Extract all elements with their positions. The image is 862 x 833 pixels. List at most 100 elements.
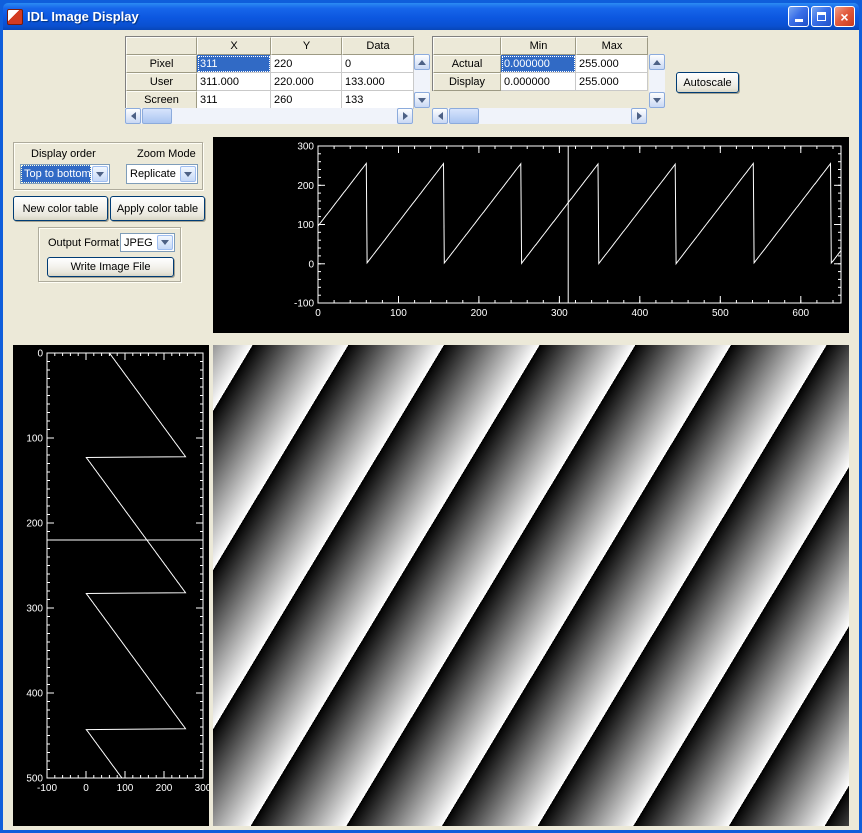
svg-text:100: 100: [390, 308, 407, 319]
svg-text:0: 0: [308, 259, 314, 270]
range-table-header-max: Max: [576, 37, 648, 55]
table-row: Display 0.000000 255.000: [433, 73, 648, 91]
idl-app-icon: [7, 9, 23, 25]
svg-text:0: 0: [83, 783, 89, 794]
pixel-row-label: Pixel: [126, 55, 197, 73]
output-format-label: Output Format: [48, 237, 119, 249]
range-table: Min Max Actual 0.000000 255.000 Display …: [432, 36, 648, 91]
svg-text:100: 100: [117, 783, 134, 794]
svg-text:600: 600: [792, 308, 809, 319]
actual-min-cell[interactable]: 0.000000: [501, 55, 576, 73]
svg-text:0: 0: [37, 349, 43, 360]
display-min-cell[interactable]: 0.000000: [501, 73, 576, 91]
zoom-mode-value: Replicate: [127, 165, 179, 183]
svg-text:-100: -100: [294, 299, 314, 310]
scroll-up-button[interactable]: [414, 54, 430, 70]
svg-text:300: 300: [551, 308, 568, 319]
main-content: X Y Data Pixel 311 220 0 User 311.000 22…: [3, 30, 859, 830]
autoscale-button[interactable]: Autoscale: [676, 72, 739, 93]
svg-text:200: 200: [297, 181, 314, 192]
screen-y-cell[interactable]: 260: [271, 91, 342, 109]
close-button[interactable]: ×: [834, 6, 855, 27]
left-arrow-icon: [438, 112, 443, 120]
display-max-cell[interactable]: 255.000: [576, 73, 648, 91]
svg-text:100: 100: [26, 434, 43, 445]
svg-text:100: 100: [297, 220, 314, 231]
range-table-header-min: Min: [501, 37, 576, 55]
pixel-table-corner-cell: [126, 37, 197, 55]
svg-text:300: 300: [195, 783, 209, 794]
scroll-right-button[interactable]: [397, 108, 413, 124]
display-order-combobox[interactable]: Top to bottom: [20, 164, 110, 184]
apply-color-table-button[interactable]: Apply color table: [110, 196, 205, 221]
chevron-down-icon: [161, 240, 169, 245]
scroll-right-button[interactable]: [631, 108, 647, 124]
svg-text:500: 500: [712, 308, 729, 319]
write-image-file-button[interactable]: Write Image File: [47, 257, 174, 277]
pixel-table-header-data: Data: [342, 37, 414, 55]
scroll-down-button[interactable]: [414, 92, 430, 108]
scrollbar-thumb[interactable]: [142, 108, 172, 124]
down-arrow-icon: [653, 98, 661, 103]
pixel-table-header-y: Y: [271, 37, 342, 55]
close-icon: ×: [840, 9, 848, 25]
svg-text:400: 400: [632, 308, 649, 319]
screen-x-cell[interactable]: 311: [197, 91, 271, 109]
svg-text:500: 500: [26, 774, 43, 785]
display-options-frame: Display order Top to bottom Zoom Mode Re…: [13, 142, 203, 190]
svg-text:300: 300: [26, 604, 43, 615]
display-order-label: Display order: [31, 148, 96, 160]
pixel-y-cell[interactable]: 220: [271, 55, 342, 73]
output-frame: Output Format JPEG Write Image File: [38, 227, 181, 282]
user-row-label: User: [126, 73, 197, 91]
range-table-corner-cell: [433, 37, 501, 55]
table-row: User 311.000 220.000 133.000: [126, 73, 414, 91]
zoom-mode-label: Zoom Mode: [137, 148, 196, 160]
output-format-value: JPEG: [121, 234, 156, 251]
screen-row-label: Screen: [126, 91, 197, 109]
user-x-cell[interactable]: 311.000: [197, 73, 271, 91]
pixel-x-cell[interactable]: 311: [197, 55, 271, 73]
user-y-cell[interactable]: 220.000: [271, 73, 342, 91]
svg-text:200: 200: [471, 308, 488, 319]
minimize-icon: [795, 19, 803, 22]
range-table-vscrollbar[interactable]: [649, 54, 665, 108]
column-profile-plot[interactable]: -10001002003000100200300400500: [13, 345, 209, 826]
svg-text:-100: -100: [37, 783, 57, 794]
maximize-icon: [817, 12, 826, 21]
actual-max-cell[interactable]: 255.000: [576, 55, 648, 73]
row-profile-plot[interactable]: 0100200300400500600-1000100200300: [213, 137, 849, 333]
image-display[interactable]: [213, 345, 849, 826]
new-color-table-button[interactable]: New color table: [13, 196, 108, 221]
table-row: Pixel 311 220 0: [126, 55, 414, 73]
pixel-data-cell[interactable]: 0: [342, 55, 414, 73]
minimize-button[interactable]: [788, 6, 809, 27]
pixel-table-hscrollbar[interactable]: [125, 108, 413, 124]
display-order-value: Top to bottom: [21, 165, 91, 183]
maximize-button[interactable]: [811, 6, 832, 27]
pixel-table-vscrollbar[interactable]: [414, 54, 430, 108]
svg-text:400: 400: [26, 689, 43, 700]
scroll-down-button[interactable]: [649, 92, 665, 108]
range-table-hscrollbar[interactable]: [432, 108, 647, 124]
dropdown-button[interactable]: [157, 235, 173, 250]
title-bar[interactable]: IDL Image Display ×: [3, 3, 859, 30]
svg-text:200: 200: [156, 783, 173, 794]
pixel-table: X Y Data Pixel 311 220 0 User 311.000 22…: [125, 36, 414, 109]
screen-data-cell[interactable]: 133: [342, 91, 414, 109]
output-format-combobox[interactable]: JPEG: [120, 233, 175, 252]
scroll-left-button[interactable]: [125, 108, 141, 124]
actual-row-label: Actual: [433, 55, 501, 73]
svg-text:300: 300: [297, 142, 314, 153]
scroll-up-button[interactable]: [649, 54, 665, 70]
svg-text:0: 0: [315, 308, 321, 319]
pixel-table-header-x: X: [197, 37, 271, 55]
dropdown-button[interactable]: [180, 166, 196, 182]
table-row: Screen 311 260 133: [126, 91, 414, 109]
chevron-down-icon: [96, 172, 104, 177]
user-data-cell[interactable]: 133.000: [342, 73, 414, 91]
dropdown-button[interactable]: [92, 166, 108, 182]
scroll-left-button[interactable]: [432, 108, 448, 124]
scrollbar-thumb[interactable]: [449, 108, 479, 124]
zoom-mode-combobox[interactable]: Replicate: [126, 164, 198, 184]
